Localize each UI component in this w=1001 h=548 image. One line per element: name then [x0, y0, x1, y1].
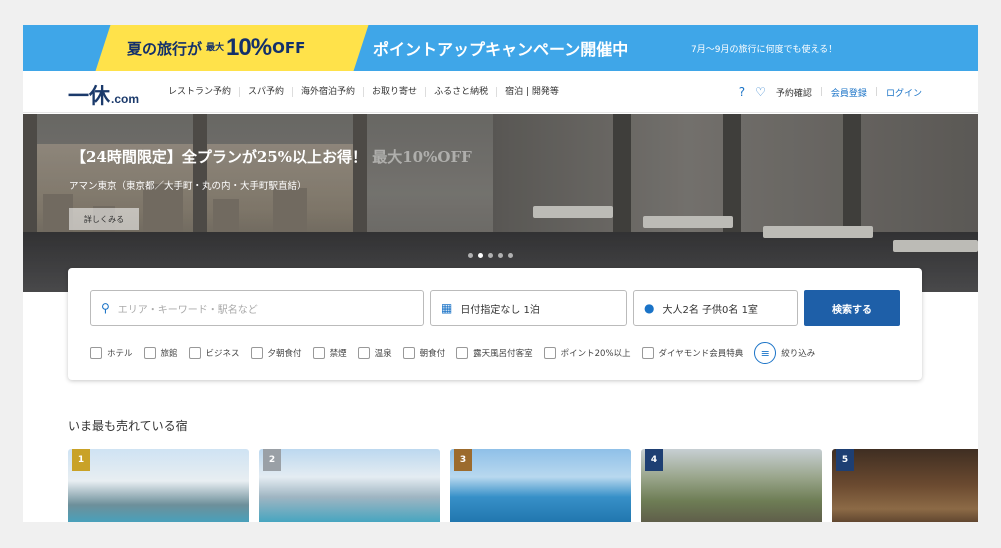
more-filters[interactable]: ≡ 絞り込み	[754, 342, 815, 364]
filter-label: ホテル	[107, 349, 133, 359]
filter-onsen[interactable]: 温泉	[357, 347, 392, 359]
filter-business[interactable]: ビジネス	[188, 347, 240, 359]
guests-value: 大人2名 子供0名 1室	[662, 304, 758, 316]
ranking-card[interactable]: 1	[68, 449, 249, 522]
reservations-link[interactable]: 予約確認	[776, 86, 812, 99]
banner-max: 最大	[206, 42, 225, 53]
search-button[interactable]: 検索する	[804, 290, 900, 326]
carousel-dots	[468, 253, 513, 258]
filter-label: 朝食付	[419, 349, 446, 359]
filter-two-meals[interactable]: 夕朝食付	[250, 347, 302, 359]
checkbox[interactable]	[143, 347, 156, 359]
rank-badge: 2	[263, 449, 281, 471]
hero-title: 【24時間限定】全プランが25%以上お得！ 最大10%OFF	[71, 146, 472, 167]
filter-points[interactable]: ポイント20%以上	[543, 347, 631, 359]
register-link[interactable]: 会員登録	[831, 86, 867, 99]
filter-label: 温泉	[374, 349, 392, 359]
checkbox[interactable]	[402, 347, 415, 359]
header-actions: ? ♡ 予約確認 | 会員登録 | ログイン	[739, 71, 922, 113]
nav-overseas[interactable]: 海外宿泊予約	[293, 87, 365, 97]
banner-headline: ポイントアップキャンペーン開催中	[373, 40, 629, 59]
nav-spa[interactable]: スパ予約	[240, 87, 294, 97]
calendar-icon: ▦	[441, 301, 453, 315]
logo-domain: .com	[111, 92, 140, 106]
filter-label: 夕朝食付	[267, 349, 302, 359]
filter-non-smoking[interactable]: 禁煙	[312, 347, 347, 359]
carousel-dot[interactable]	[488, 253, 493, 258]
ranking-title: いま最も売れている宿	[68, 419, 188, 433]
filter-label: 露天風呂付客室	[473, 349, 533, 359]
ranking-card[interactable]: 2	[259, 449, 440, 522]
checkbox[interactable]	[90, 347, 102, 359]
rank-badge: 3	[454, 449, 472, 471]
main-nav: レストラン予約 スパ予約 海外宿泊予約 お取り寄せ ふるさと納税 宿泊 | 開発…	[160, 71, 567, 113]
filter-label: 旅館	[160, 349, 178, 359]
hero-carousel[interactable]: 【24時間限定】全プランが25%以上お得！ 最大10%OFF アマン東京（東京都…	[23, 114, 978, 292]
header-divider: |	[819, 87, 823, 97]
hero-subtitle: アマン東京（東京都／大手町・丸の内・大手町駅直結）	[69, 181, 307, 192]
person-icon: ●	[644, 301, 655, 315]
carousel-dot[interactable]	[508, 253, 513, 258]
hero-overlay	[23, 114, 978, 292]
filter-open-air-bath[interactable]: 露天風呂付客室	[456, 347, 533, 359]
area-search-field[interactable]: ⚲ エリア・キーワード・駅名など	[90, 290, 424, 326]
filter-diamond[interactable]: ダイヤモンド会員特典	[641, 347, 744, 359]
more-filters-label: 絞り込み	[781, 349, 816, 359]
filter-hotel[interactable]: ホテル	[90, 347, 133, 359]
filter-label: ポイント20%以上	[560, 349, 631, 359]
checkbox[interactable]	[641, 347, 654, 359]
carousel-dot-active[interactable]	[478, 253, 483, 258]
filter-checkboxes: ホテル 旅館 ビジネス 夕朝食付 禁煙 温泉 朝食付 露天風呂付客室 ポイント2…	[90, 342, 815, 364]
sliders-icon[interactable]: ≡	[754, 342, 777, 364]
nav-furusato[interactable]: ふるさと納税	[426, 87, 498, 97]
logo-mark: 一休	[68, 83, 110, 108]
ranking-card[interactable]: 5	[832, 449, 978, 522]
date-value: 日付指定なし 1泊	[460, 304, 540, 316]
ranking-cards: 1 2 3 4 5	[68, 449, 978, 522]
carousel-dot[interactable]	[498, 253, 503, 258]
filter-breakfast[interactable]: 朝食付	[402, 347, 446, 359]
checkbox[interactable]	[543, 347, 556, 359]
banner-offer: 夏の旅行が 最大 10% OFF	[127, 25, 305, 71]
banner-subtext: 7月〜9月の旅行に何度でも使える！	[691, 44, 838, 55]
campaign-banner[interactable]: 夏の旅行が 最大 10% OFF ポイントアップキャンペーン開催中 7月〜9月の…	[23, 25, 978, 71]
filter-label: ビジネス	[205, 349, 240, 359]
search-icon: ⚲	[101, 301, 110, 315]
banner-percent: 10%	[226, 34, 272, 61]
banner-off: OFF	[272, 39, 306, 57]
area-search-placeholder: エリア・キーワード・駅名など	[117, 304, 258, 316]
rank-badge: 1	[72, 449, 90, 471]
filter-ryokan[interactable]: 旅館	[143, 347, 178, 359]
nav-restaurant[interactable]: レストラン予約	[160, 87, 241, 97]
site-logo[interactable]: 一休 .com	[68, 80, 139, 110]
rank-badge: 4	[645, 449, 663, 471]
search-panel: ⚲ エリア・キーワード・駅名など ▦ 日付指定なし 1泊 ● 大人2名 子供0名…	[68, 268, 922, 380]
site-header: 一休 .com レストラン予約 スパ予約 海外宿泊予約 お取り寄せ ふるさと納税…	[23, 71, 978, 113]
filter-label: ダイヤモンド会員特典	[658, 349, 744, 359]
page: 夏の旅行が 最大 10% OFF ポイントアップキャンペーン開催中 7月〜9月の…	[23, 25, 978, 522]
checkbox[interactable]	[188, 347, 201, 359]
hero-details-button[interactable]: 詳しくみる	[69, 208, 139, 230]
banner-lead: 夏の旅行が	[127, 39, 203, 58]
checkbox[interactable]	[250, 347, 263, 359]
hero-title-main: 【24時間限定】全プランが25%以上お得！	[71, 148, 368, 166]
checkbox[interactable]	[357, 347, 370, 359]
carousel-dot[interactable]	[468, 253, 473, 258]
ranking-card[interactable]: 4	[641, 449, 822, 522]
rank-badge: 5	[836, 449, 854, 471]
header-divider: |	[874, 87, 878, 97]
question-circle-icon[interactable]: ?	[739, 85, 745, 99]
ranking-card[interactable]: 3	[450, 449, 631, 522]
filter-label: 禁煙	[329, 349, 347, 359]
checkbox[interactable]	[312, 347, 325, 359]
date-select[interactable]: ▦ 日付指定なし 1泊	[430, 290, 627, 326]
nav-gourmet[interactable]: お取り寄せ	[364, 87, 427, 97]
checkbox[interactable]	[456, 347, 469, 359]
login-link[interactable]: ログイン	[886, 86, 922, 99]
hero-title-fade: 最大10%OFF	[372, 148, 472, 166]
guests-select[interactable]: ● 大人2名 子供0名 1室	[633, 290, 798, 326]
heart-icon[interactable]: ♡	[755, 85, 766, 99]
nav-stay-dev[interactable]: 宿泊 | 開発等	[497, 87, 567, 97]
